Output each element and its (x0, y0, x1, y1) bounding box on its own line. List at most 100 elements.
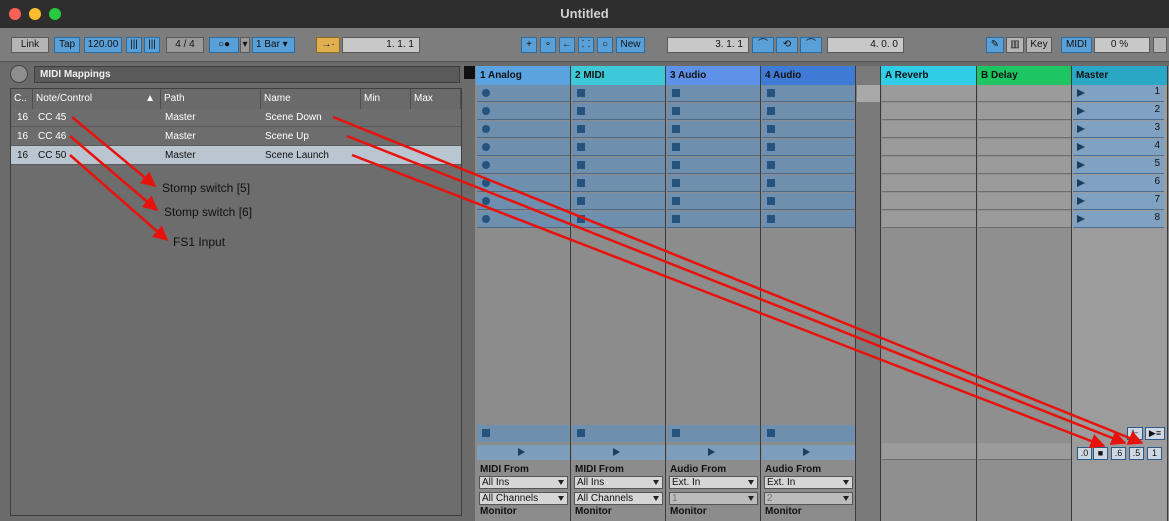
punch-icon[interactable]: ⸬ (578, 37, 594, 53)
scene-launch-button[interactable]: 7 (1073, 193, 1164, 210)
clip-slot[interactable] (477, 103, 570, 120)
clip-slot[interactable] (667, 211, 760, 228)
column-header-max[interactable]: Max (411, 89, 461, 109)
column-header-channel[interactable]: C.. (11, 89, 33, 109)
clip-slot[interactable] (477, 175, 570, 192)
column-header-path[interactable]: Path (161, 89, 261, 109)
clip-slot[interactable] (572, 103, 665, 120)
clip-slot[interactable] (667, 157, 760, 174)
mini-button-2[interactable]: .6 (1111, 447, 1126, 460)
follow-icon[interactable]: →· (316, 37, 340, 53)
quantize-select[interactable]: 1 Bar ▾ (252, 37, 295, 53)
clip-slot[interactable] (572, 139, 665, 156)
input-channel-select[interactable]: 1 (669, 492, 758, 505)
clip-slot[interactable] (477, 121, 570, 138)
input-select[interactable]: Ext. In (669, 476, 758, 489)
scene-launch-button[interactable]: 5 (1073, 157, 1164, 174)
track-title-1[interactable]: 1 Analog (476, 66, 571, 85)
clip-slot[interactable] (477, 193, 570, 210)
column-header-control[interactable]: Note/Control ▲ (33, 89, 161, 109)
midi-map-button[interactable]: MIDI (1061, 37, 1092, 53)
track-title-2[interactable]: 2 MIDI (571, 66, 666, 85)
clip-slot[interactable] (762, 103, 855, 120)
track-drop-area[interactable] (856, 66, 881, 521)
track-play-row[interactable] (762, 445, 855, 460)
input-select[interactable]: Ext. In (764, 476, 853, 489)
metronome-icon[interactable]: ○● (209, 37, 239, 53)
column-header-min[interactable]: Min (361, 89, 411, 109)
stop-all-clips-icon[interactable]: ■ (1093, 447, 1108, 460)
clip-slot[interactable] (667, 193, 760, 210)
draw-mode-icon[interactable]: ✎ (986, 37, 1004, 53)
input-select[interactable]: All Ins (574, 476, 663, 489)
scene-launch-button[interactable]: 1 (1073, 85, 1164, 102)
clip-slot[interactable] (667, 139, 760, 156)
scene-list-icon[interactable]: ▶≡ (1145, 427, 1165, 440)
input-channel-select[interactable]: All Channels (574, 492, 663, 505)
clip-slot[interactable] (477, 85, 570, 102)
table-row[interactable]: 16 CC 50 Master Scene Launch (11, 146, 461, 165)
clip-slot[interactable] (762, 211, 855, 228)
table-row[interactable]: 16 CC 46 Master Scene Up (11, 127, 461, 146)
track-title-4[interactable]: 4 Audio (761, 66, 856, 85)
clip-slot[interactable] (477, 211, 570, 228)
clip-slot[interactable] (667, 85, 760, 102)
loop-length-field[interactable]: 4. 0. 0 (827, 37, 904, 53)
punch-in-icon[interactable]: ⌒ (752, 37, 774, 53)
stop-all-follow-icon[interactable]: ⊩ (1127, 427, 1143, 440)
new-clip-button[interactable]: New (616, 37, 645, 53)
scene-launch-button[interactable]: 3 (1073, 121, 1164, 138)
browser-toggle-icon[interactable] (10, 65, 28, 83)
track-stop-button[interactable] (667, 425, 760, 442)
punch-out-icon[interactable]: ⌒ (800, 37, 822, 53)
master-title[interactable]: Master (1072, 66, 1168, 85)
clip-slot[interactable] (667, 121, 760, 138)
input-channel-select[interactable]: All Channels (479, 492, 568, 505)
track-title-3[interactable]: 3 Audio (666, 66, 761, 85)
mini-button-4[interactable]: 1 (1147, 447, 1162, 460)
return-title-b[interactable]: B Delay (977, 66, 1072, 85)
track-play-row[interactable] (572, 445, 665, 460)
track-stop-button[interactable] (572, 425, 665, 442)
clip-slot[interactable] (762, 139, 855, 156)
session-record-icon[interactable]: ○ (597, 37, 613, 53)
scene-launch-button[interactable]: 8 (1073, 211, 1164, 228)
clip-slot[interactable] (572, 157, 665, 174)
input-channel-select[interactable]: 2 (764, 492, 853, 505)
track-stop-button[interactable] (477, 425, 570, 442)
arrangement-position-field[interactable]: 1. 1. 1 (342, 37, 420, 53)
table-row[interactable]: 16 CC 45 Master Scene Down (11, 108, 461, 127)
time-signature-field[interactable]: 4 / 4 (166, 37, 204, 53)
loop-switch-icon[interactable]: ⟲ (776, 37, 798, 53)
clip-slot[interactable] (762, 121, 855, 138)
clip-slot[interactable] (572, 193, 665, 210)
computer-midi-keyboard-icon[interactable]: ▥ (1006, 37, 1024, 53)
tempo-field[interactable]: 120.00 (84, 37, 122, 53)
track-play-row[interactable] (667, 445, 760, 460)
loop-start-field[interactable]: 3. 1. 1 (667, 37, 749, 53)
clip-slot[interactable] (572, 121, 665, 138)
clip-slot[interactable] (762, 193, 855, 210)
automation-arm-icon[interactable]: ∘ (540, 37, 556, 53)
scene-launch-button[interactable]: 4 (1073, 139, 1164, 156)
scene-launch-button[interactable]: 2 (1073, 103, 1164, 120)
clip-slot[interactable] (572, 175, 665, 192)
nudge-up-icon[interactable]: ||| (144, 37, 160, 53)
scene-launch-button[interactable]: 6 (1073, 175, 1164, 192)
mini-button-3[interactable]: .5 (1129, 447, 1144, 460)
link-button[interactable]: Link (11, 37, 49, 53)
clip-slot[interactable] (667, 175, 760, 192)
metronome-menu-icon[interactable]: ▾ (240, 37, 250, 53)
track-play-row[interactable] (477, 445, 570, 460)
clip-slot[interactable] (572, 211, 665, 228)
mini-button-1[interactable]: .0 (1077, 447, 1092, 460)
clip-slot[interactable] (477, 157, 570, 174)
return-title-a[interactable]: A Reverb (881, 66, 977, 85)
clip-slot[interactable] (572, 85, 665, 102)
input-select[interactable]: All Ins (479, 476, 568, 489)
tap-tempo-button[interactable]: Tap (54, 37, 80, 53)
overdub-icon[interactable]: + (521, 37, 537, 53)
back-to-arrangement-icon[interactable]: ← (559, 37, 575, 53)
key-map-button[interactable]: Key (1026, 37, 1052, 53)
overflow-icon[interactable] (1153, 37, 1167, 53)
